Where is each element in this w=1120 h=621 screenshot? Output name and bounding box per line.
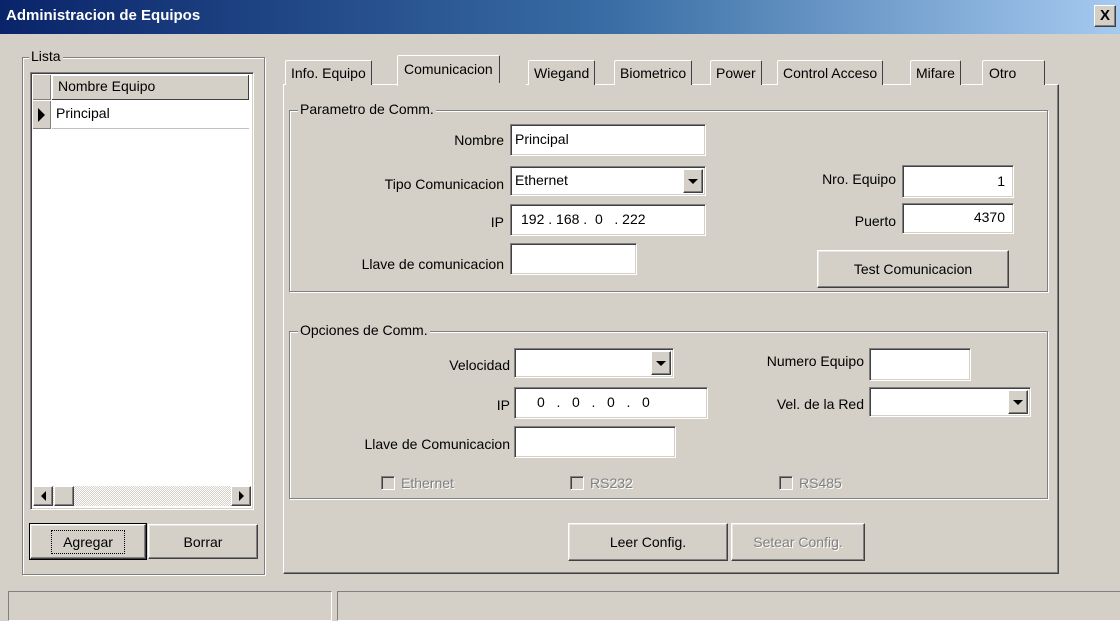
tab-label: Info. Equipo — [291, 65, 366, 81]
ethernet-checkbox-label: Ethernet — [401, 475, 454, 491]
nro-equipo-label: Nro. Equipo — [822, 171, 896, 187]
ethernet-checkbox-box[interactable] — [381, 476, 395, 490]
tab-label: Wiegand — [534, 65, 590, 81]
scroll-right-icon — [238, 491, 244, 501]
rs232-checkbox-label: RS232 — [590, 475, 633, 491]
opciones-legend: Opciones de Comm. — [298, 322, 430, 338]
tipo-comunicacion-dropdown-button[interactable] — [683, 169, 703, 193]
rs232-checkbox-box[interactable] — [570, 476, 584, 490]
close-icon: X — [1099, 7, 1110, 24]
nro-equipo-field[interactable]: 1 — [902, 165, 1014, 198]
velocidad-select[interactable] — [514, 348, 674, 378]
tab-label: Control Acceso — [783, 65, 878, 81]
active-tab-joiner — [398, 83, 526, 87]
add-button-label: Agregar — [51, 529, 125, 554]
rs485-checkbox[interactable]: RS485 — [779, 475, 842, 491]
chevron-down-icon — [656, 360, 666, 366]
scroll-left-button[interactable] — [33, 486, 53, 506]
delete-button[interactable]: Borrar — [148, 524, 258, 559]
velocidad-dropdown-button[interactable] — [651, 351, 671, 375]
opciones-llave-field[interactable] — [514, 426, 676, 458]
status-panel-right — [337, 591, 1120, 621]
tab-comunicacion[interactable]: Comunicacion — [397, 55, 500, 86]
puerto-field[interactable]: 4370 — [902, 203, 1014, 234]
vel-red-select[interactable] — [869, 387, 1031, 417]
rs485-checkbox-box[interactable] — [779, 476, 793, 490]
rs485-checkbox-label: RS485 — [799, 475, 842, 491]
tab-label: Mifare — [916, 65, 955, 81]
tab-biometrico[interactable]: Biometrico — [614, 60, 693, 85]
list-item[interactable]: Principal — [52, 101, 249, 129]
tab-info-equipo[interactable]: Info. Equipo — [285, 60, 372, 85]
device-list[interactable] — [30, 72, 254, 510]
nombre-field[interactable]: Principal — [510, 124, 706, 156]
tab-power[interactable]: Power — [710, 60, 762, 85]
leer-config-label: Leer Config. — [609, 534, 687, 550]
numero-equipo-label: Numero Equipo — [766, 353, 864, 369]
status-panel-left — [8, 591, 332, 621]
current-row-arrow-icon — [38, 107, 45, 122]
tab-label: Otro — [989, 65, 1017, 81]
tab-label: Comunicacion — [404, 61, 493, 77]
column-header-nombre-equipo[interactable]: Nombre Equipo — [52, 75, 249, 100]
tab-mifare[interactable]: Mifare — [910, 60, 961, 85]
rs232-checkbox[interactable]: RS232 — [570, 475, 633, 491]
tab-control-acceso[interactable]: Control Acceso — [777, 60, 884, 85]
opciones-ip-label: IP — [496, 397, 510, 413]
opciones-ip-field[interactable]: 0 . 0 . 0 . 0 — [514, 387, 708, 419]
vel-red-dropdown-button[interactable] — [1008, 390, 1028, 414]
parametro-legend: Parametro de Comm. — [298, 101, 436, 117]
leer-config-button[interactable]: Leer Config. — [568, 523, 728, 561]
tab-label: Biometrico — [620, 65, 687, 81]
tab-label: Power — [716, 65, 756, 81]
tipo-comunicacion-label: Tipo Comunicacion — [384, 176, 504, 192]
ip-label: IP — [490, 214, 504, 230]
scroll-thumb[interactable] — [54, 486, 74, 506]
setear-config-label: Setear Config. — [753, 534, 843, 550]
numero-equipo-field[interactable] — [869, 348, 971, 381]
ethernet-checkbox[interactable]: Ethernet — [381, 475, 454, 491]
puerto-label: Puerto — [854, 213, 896, 229]
scroll-left-icon — [40, 491, 46, 501]
column-header-label: Nombre Equipo — [58, 78, 156, 94]
list-row-indicator-header — [33, 75, 51, 100]
list-item-label: Principal — [56, 105, 110, 121]
tab-otro[interactable]: Otro — [982, 60, 1046, 85]
add-button[interactable]: Agregar — [29, 523, 147, 560]
nombre-label: Nombre — [454, 132, 504, 148]
vel-red-label: Vel. de la Red — [776, 396, 864, 412]
lista-legend: Lista — [29, 48, 63, 64]
velocidad-label: Velocidad — [449, 357, 510, 373]
tipo-comunicacion-value: Ethernet — [515, 172, 568, 188]
setear-config-button: Setear Config. — [731, 523, 865, 561]
chevron-down-icon — [1013, 399, 1023, 405]
test-comunicacion-label: Test Comunicacion — [853, 261, 973, 277]
llave-comunicacion-field[interactable] — [510, 243, 637, 275]
test-comunicacion-button[interactable]: Test Comunicacion — [817, 250, 1009, 288]
window-title: Administracion de Equipos — [6, 7, 201, 24]
tipo-comunicacion-select[interactable]: Ethernet — [510, 166, 706, 196]
delete-button-label: Borrar — [183, 533, 223, 550]
ip-field[interactable]: 192 . 168 . 0 . 222 — [510, 204, 706, 236]
close-button[interactable]: X — [1094, 5, 1116, 27]
scroll-right-button[interactable] — [231, 486, 251, 506]
tab-wiegand[interactable]: Wiegand — [528, 60, 596, 85]
chevron-down-icon — [688, 178, 698, 184]
llave-comunicacion-label: Llave de comunicacion — [361, 256, 504, 272]
list-row-indicator — [33, 101, 51, 129]
opciones-llave-label: Llave de Comunicacion — [364, 436, 510, 452]
